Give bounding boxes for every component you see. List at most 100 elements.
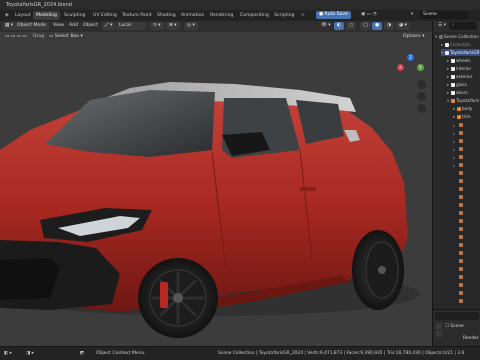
scene-property-label: ☐ Scene (445, 324, 464, 329)
outliner-row-label: Collection (450, 42, 471, 47)
scene-icon[interactable]: ▾ (408, 11, 416, 19)
outliner-row[interactable]: ▸ wheels (447, 57, 471, 64)
collection-icon (445, 51, 449, 55)
navigation-gizmo[interactable]: Z X Y (395, 50, 427, 120)
render-tab-icon[interactable] (436, 331, 442, 337)
window-title: ToyotaYarisGR_2024.blend (6, 2, 72, 8)
outliner-row-label: wheels (456, 58, 471, 63)
select-mode-icons[interactable]: ▭ ▭ ▭ ▭ (2, 33, 30, 41)
collection-icon (451, 67, 455, 71)
collection-icon (445, 43, 449, 47)
outliner-row[interactable]: ▸ interior (447, 65, 471, 72)
outliner-row-label: body (462, 106, 473, 111)
tab-animation[interactable]: Animation (178, 11, 207, 20)
zoom-icon[interactable] (417, 80, 426, 89)
outliner-row-label: doors (456, 90, 468, 95)
tab-sculpting[interactable]: Sculpting (61, 11, 88, 20)
outliner-row-label: ToyotaYarisGR (450, 50, 480, 55)
outliner-row[interactable]: ▸ body (453, 105, 472, 112)
status-icons: ▣ ▭ ◔ (361, 12, 377, 17)
gizmo-x-axis-icon[interactable]: X (397, 64, 404, 71)
outliner-row[interactable]: ▸ doors (447, 89, 468, 96)
outliner-header: ☰ ▾ ⌕ (433, 21, 480, 32)
outliner-row[interactable]: ▸ trim (453, 113, 471, 120)
orientation-dropdown[interactable]: Local (116, 22, 146, 30)
drag-dropdown[interactable]: ▭ Select Box ▾ (46, 33, 86, 41)
tab-compositing[interactable]: Compositing (237, 11, 272, 20)
tab-modeling[interactable]: Modeling (33, 11, 60, 20)
snap-icon[interactable]: ⊞ ▾ (166, 22, 180, 30)
camera-view-icon[interactable] (417, 104, 426, 113)
outliner-row[interactable]: ▸ glass (447, 81, 467, 88)
tool-settings-bar: ▭ ▭ ▭ ▭ Drag ▭ Select Box ▾ Options ▾ (0, 32, 432, 42)
gizmo-y-axis-icon[interactable]: Y (417, 64, 424, 71)
select-hint-icon: ◧ ▸ (4, 351, 13, 356)
svg-text:▸: ▸ (453, 147, 455, 152)
render-property-label: Render (463, 336, 479, 341)
shading-material-icon[interactable]: ◑ (384, 22, 395, 30)
proportional-icon[interactable]: ◎ ▾ (184, 22, 198, 30)
shading-render-icon[interactable]: ◕ ▾ (396, 22, 410, 30)
outliner-row[interactable]: ▾ ToyotaYarisGR (441, 49, 480, 56)
outliner-row-label: Scene Collection (444, 34, 479, 39)
pivot-icon[interactable]: ⊙ ▾ (150, 22, 164, 30)
outliner-child-rows: ▸ ▸ ▸ ▸ ▸ ▸ (453, 123, 463, 303)
tab-texture-paint[interactable]: Texture Paint (119, 11, 155, 20)
outliner-search-icon[interactable]: ⌕ (449, 22, 477, 30)
outliner-row[interactable]: ▾ Scene Collection (435, 33, 479, 40)
autosave-label: Auto Save (324, 12, 348, 17)
svg-text:▸: ▸ (453, 163, 455, 168)
menu-view[interactable]: View (50, 22, 67, 30)
outliner-panel: ☰ ▾ ⌕ ▾ Scene Collection ▸ Collection ▾ Toy… (432, 21, 480, 309)
outliner-row[interactable]: ▸ Collection (441, 41, 471, 48)
tab-uv-editing[interactable]: UV Editing (90, 11, 120, 20)
window-title-bar: ToyotaYarisGR_2024.blend (0, 0, 480, 10)
collection-icon (451, 75, 455, 79)
svg-text:▸: ▸ (453, 139, 455, 144)
autosave-button[interactable]: ● Auto Save (316, 11, 351, 19)
tab-rendering[interactable]: Rendering (207, 11, 236, 20)
options-button[interactable]: Options ▾ (400, 33, 428, 41)
tab-layout[interactable]: Layout (12, 11, 34, 20)
mode-dropdown[interactable]: Object Mode (14, 22, 49, 30)
overlay-icon[interactable]: ◐ (334, 22, 345, 30)
move-hint-icon: ◨ ▸ (26, 351, 35, 356)
mesh-icon (457, 115, 461, 119)
outliner-row-label: trim (462, 114, 471, 119)
collection-icon (451, 59, 455, 63)
visibility-icon[interactable]: 👁 ▾ (318, 22, 334, 30)
gizmo-z-axis-icon[interactable]: Z (407, 54, 414, 61)
tab-scripting[interactable]: Scripting (271, 11, 297, 20)
svg-text:▸: ▸ (453, 131, 455, 136)
tool-tab-icon[interactable] (436, 323, 442, 329)
transform-orientation-icon[interactable]: ⤢ ▾ (102, 22, 116, 30)
collection-icon (451, 83, 455, 87)
mesh-icon (457, 107, 461, 111)
scene-selector[interactable]: Scene (420, 11, 468, 19)
3d-viewport[interactable]: ▭ ▭ ▭ ▭ Drag ▭ Select Box ▾ Options ▾ Z … (0, 32, 432, 346)
properties-panel: ☐ Scene Render (432, 309, 480, 346)
shading-wire-icon[interactable]: ◯ (360, 22, 372, 30)
workspace-bar: ◈ Layout Modeling Sculpting UV Editing T… (0, 10, 480, 21)
object-icon (451, 99, 455, 103)
outliner-row-label: ToyotaYaris (456, 98, 480, 103)
drag-value: Select Box (54, 34, 79, 39)
menu-add[interactable]: Add (66, 22, 81, 30)
shading-solid-icon[interactable]: ● (372, 22, 383, 30)
properties-search[interactable] (435, 312, 479, 320)
context-menu-icon: ◩ (80, 351, 85, 356)
status-hint: Object Context Menu (96, 351, 145, 356)
outliner-row-label: exterior (456, 74, 473, 79)
pan-icon[interactable] (417, 92, 426, 101)
menu-object[interactable]: Object (80, 22, 101, 30)
outliner-row[interactable]: ▾ ToyotaYaris (447, 97, 479, 104)
xray-icon[interactable]: ▢ (346, 22, 357, 30)
add-workspace-icon[interactable]: + (298, 11, 308, 20)
outliner-row-label: interior (456, 66, 472, 71)
tab-shading[interactable]: Shading (154, 11, 179, 20)
collection-icon (439, 35, 443, 39)
outliner-editor-icon[interactable]: ☰ ▾ (435, 22, 449, 30)
outliner-row-label: glass (456, 82, 467, 87)
outliner-row[interactable]: ▸ exterior (447, 73, 472, 80)
blender-logo-icon[interactable]: ◈ (2, 11, 12, 20)
